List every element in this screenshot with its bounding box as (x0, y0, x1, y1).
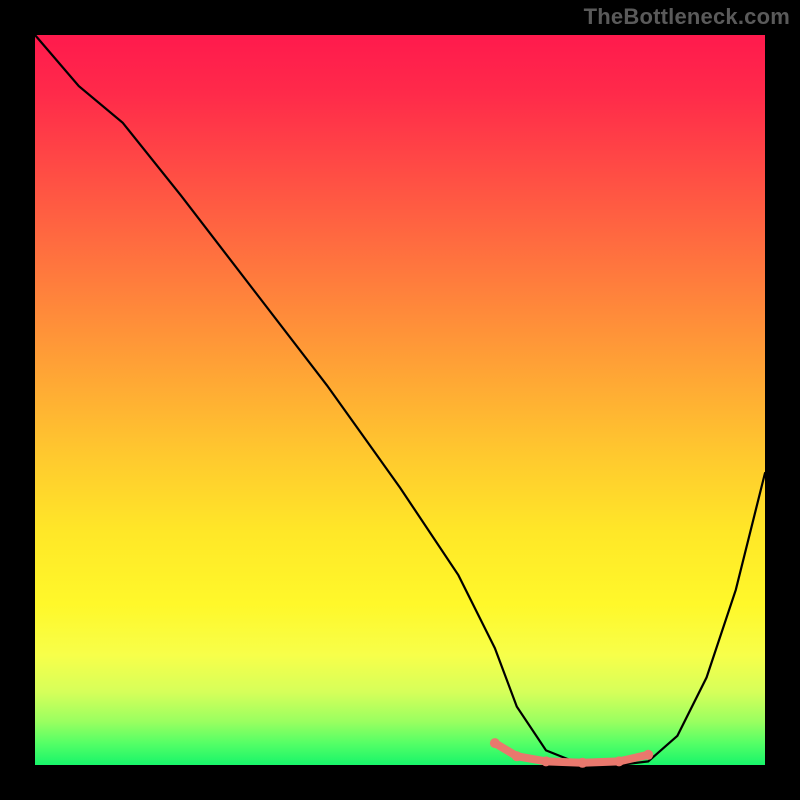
optimum-dot (643, 750, 653, 760)
optimum-dot (512, 751, 522, 761)
chart-svg (35, 35, 765, 765)
plot-area (35, 35, 765, 765)
optimum-dot (541, 756, 551, 766)
bottleneck-curve (35, 35, 765, 765)
chart-frame: TheBottleneck.com (0, 0, 800, 800)
watermark-text: TheBottleneck.com (584, 4, 790, 30)
optimum-dot (614, 756, 624, 766)
optimum-dot (490, 738, 500, 748)
optimum-dot (578, 758, 588, 768)
